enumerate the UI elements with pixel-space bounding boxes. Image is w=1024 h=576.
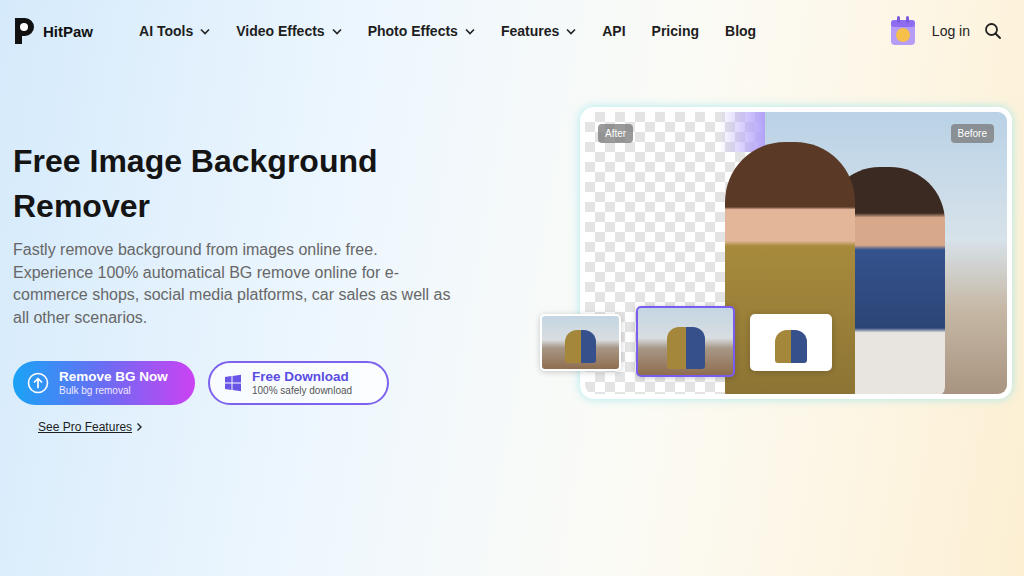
hero-description: Fastly remove background from images onl… xyxy=(13,239,453,329)
pro-features-link[interactable]: See Pro Features xyxy=(38,420,463,434)
windows-icon[interactable] xyxy=(224,374,242,392)
chevron-down-icon[interactable] xyxy=(200,28,210,35)
nav-item[interactable]: Blog xyxy=(725,23,756,39)
hero-text: Free Image Background Remover Fastly remo… xyxy=(13,107,463,434)
hitpaw-logo-icon[interactable] xyxy=(12,16,36,46)
chevron-down-icon[interactable] xyxy=(566,28,576,35)
nav-item[interactable]: Video Effects xyxy=(236,23,341,39)
search-icon[interactable] xyxy=(984,22,1002,40)
after-badge: After xyxy=(598,124,633,143)
upload-icon[interactable] xyxy=(27,372,49,394)
calendar-gift-icon[interactable] xyxy=(888,14,918,48)
nav-item[interactable]: AI Tools xyxy=(139,23,210,39)
nav-menu: AI Tools Video Effects Photo Effects Featur… xyxy=(139,23,756,39)
sample-thumbnail[interactable] xyxy=(540,314,621,371)
logo[interactable]: HitPaw xyxy=(12,16,93,46)
sample-thumbnail[interactable] xyxy=(750,314,832,371)
chevron-right-icon[interactable] xyxy=(136,422,143,432)
top-navigation: HitPaw AI Tools Video Effects Photo Effects… xyxy=(0,0,1024,62)
cta-buttons: Remove BG NowBulk bg removal Free Downloa… xyxy=(13,361,463,405)
header-actions: Log in xyxy=(888,14,1002,48)
hero-title: Free Image Background Remover xyxy=(13,139,443,229)
remove-bg-button[interactable]: Remove BG NowBulk bg removal xyxy=(13,361,195,405)
nav-item[interactable]: API xyxy=(602,23,625,39)
nav-item[interactable]: Features xyxy=(501,23,576,39)
hero-section: Free Image Background Remover Fastly remo… xyxy=(0,62,1024,434)
chevron-down-icon[interactable] xyxy=(465,28,475,35)
free-download-button[interactable]: Free Download100% safely download xyxy=(208,361,389,405)
preview: After Before xyxy=(580,107,1012,399)
chevron-down-icon[interactable] xyxy=(332,28,342,35)
nav-item[interactable]: Photo Effects xyxy=(368,23,475,39)
login-link[interactable]: Log in xyxy=(932,23,970,39)
nav-item[interactable]: Pricing xyxy=(652,23,699,39)
sample-thumbnail[interactable] xyxy=(636,306,735,377)
before-badge: Before xyxy=(951,124,994,143)
